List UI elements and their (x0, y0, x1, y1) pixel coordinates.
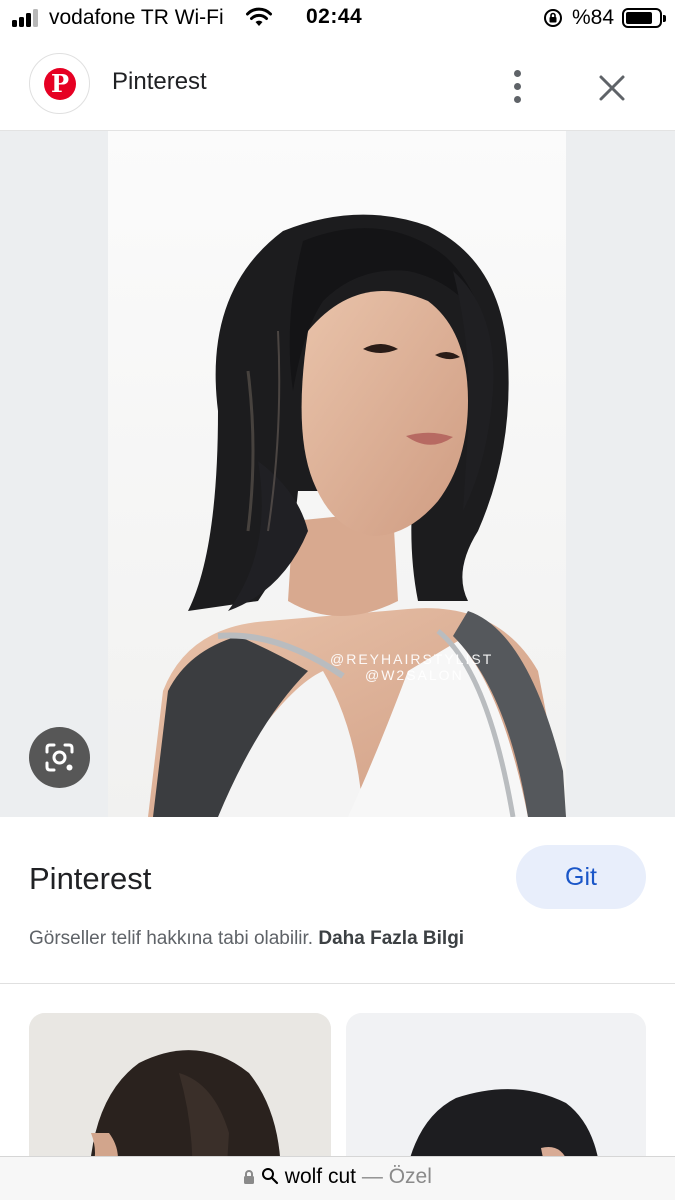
search-query: wolf cut (284, 1165, 356, 1188)
close-icon[interactable] (596, 72, 628, 104)
source-panel: Pinterest Git Görseller telif hakkına ta… (0, 817, 675, 984)
private-mode-label: Özel (388, 1165, 432, 1188)
watermark-line-1: @REYHAIRSTYLIST (330, 651, 494, 667)
visual-search-button[interactable] (29, 727, 90, 788)
search-icon (261, 1168, 279, 1185)
hairstyle-photo[interactable]: @REYHAIRSTYLIST @W2SALON (108, 131, 566, 817)
address-bar-content: wolf cut — Özel (0, 1165, 675, 1189)
lens-icon (45, 743, 74, 772)
wifi-icon (246, 7, 272, 26)
battery-icon (622, 8, 666, 28)
photo-watermark: @REYHAIRSTYLIST @W2SALON (330, 651, 493, 683)
portrait-illustration (108, 131, 566, 817)
more-options-icon[interactable] (508, 70, 528, 104)
carrier-name: vodafone TR Wi-Fi (49, 6, 224, 29)
viewer-header: P Pinterest (0, 36, 675, 131)
address-bar[interactable]: wolf cut — Özel (0, 1156, 675, 1200)
copyright-text: Görseller telif hakkına tabi olabilir. (29, 928, 314, 949)
lock-icon (244, 1170, 255, 1184)
watermark-line-2: @W2SALON (365, 667, 464, 683)
visit-button[interactable]: Git (516, 845, 646, 909)
copyright-notice: Görseller telif hakkına tabi olabilir. D… (29, 928, 464, 950)
clock: 02:44 (306, 5, 363, 28)
pinterest-logo-icon[interactable]: P (29, 53, 90, 114)
url-separator: — (361, 1165, 383, 1188)
image-preview-area: @REYHAIRSTYLIST @W2SALON (0, 131, 675, 817)
site-title: Pinterest (112, 68, 207, 95)
battery-percent: %84 (572, 6, 615, 29)
rotation-lock-icon (544, 9, 562, 27)
cellular-signal-icon (12, 9, 42, 27)
learn-more-link[interactable]: Daha Fazla Bilgi (318, 928, 464, 949)
status-bar: vodafone TR Wi-Fi 02:44 %84 (0, 0, 675, 36)
source-name: Pinterest (29, 861, 152, 896)
